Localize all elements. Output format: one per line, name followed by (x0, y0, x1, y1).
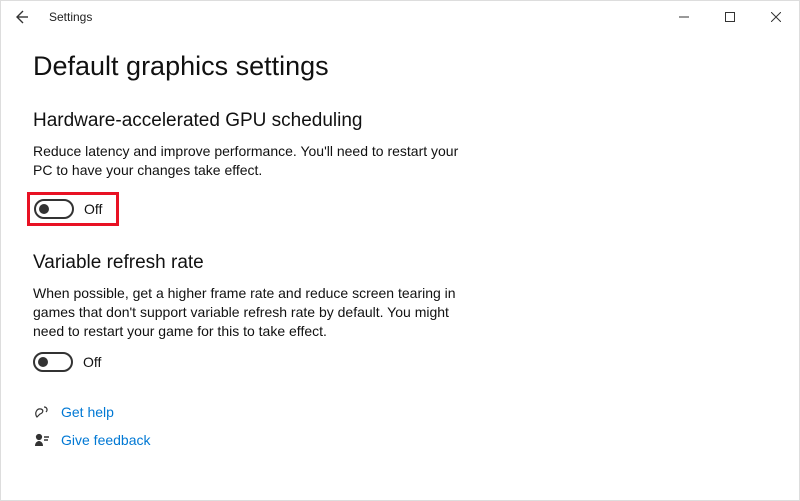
give-feedback-row: Give feedback (33, 432, 767, 448)
close-button[interactable] (753, 1, 799, 33)
highlight-box: Off (27, 192, 119, 226)
help-icon (33, 404, 51, 420)
gpu-toggle[interactable] (34, 199, 74, 219)
app-title: Settings (49, 10, 92, 24)
vrr-section-desc: When possible, get a higher frame rate a… (33, 284, 463, 341)
toggle-knob (38, 357, 48, 367)
content: Default graphics settings Hardware-accel… (1, 33, 799, 448)
toggle-knob (39, 204, 49, 214)
window-controls (661, 1, 799, 33)
feedback-icon (33, 432, 51, 448)
vrr-section-title: Variable refresh rate (33, 252, 767, 274)
vrr-toggle[interactable] (33, 352, 73, 372)
gpu-section-desc: Reduce latency and improve performance. … (33, 142, 463, 180)
gpu-toggle-row: Off (34, 199, 102, 219)
vrr-toggle-label: Off (83, 354, 101, 370)
minimize-button[interactable] (661, 1, 707, 33)
gpu-toggle-label: Off (84, 201, 102, 217)
maximize-button[interactable] (707, 1, 753, 33)
get-help-row: Get help (33, 404, 767, 420)
page-title: Default graphics settings (33, 51, 767, 82)
arrow-left-icon (13, 9, 29, 25)
back-button[interactable] (7, 3, 35, 31)
titlebar: Settings (1, 1, 799, 33)
minimize-icon (679, 12, 689, 22)
gpu-section-title: Hardware-accelerated GPU scheduling (33, 110, 767, 132)
close-icon (771, 12, 781, 22)
maximize-icon (725, 12, 735, 22)
titlebar-left: Settings (7, 3, 92, 31)
vrr-toggle-row: Off (33, 352, 767, 372)
get-help-link[interactable]: Get help (61, 404, 114, 420)
give-feedback-link[interactable]: Give feedback (61, 432, 151, 448)
